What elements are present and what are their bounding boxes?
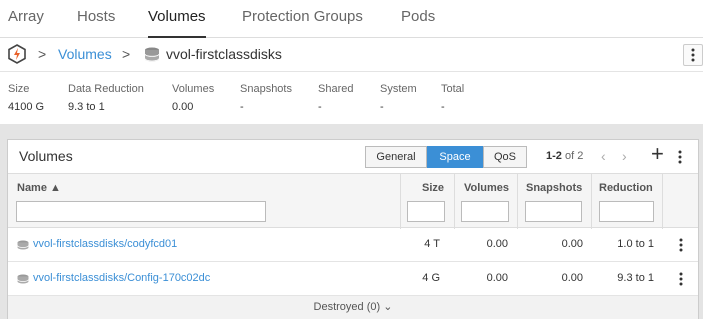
chevron-right-icon[interactable]: › [622, 148, 627, 164]
volumes-panel: Volumes General Space QoS 1-2 of 2 ‹ › +… [7, 139, 699, 319]
pager-total: of 2 [564, 150, 584, 162]
stat-data-reduction-label: Data Reduction [68, 83, 144, 95]
volume-size: 4 T [424, 238, 440, 250]
breadcrumb-separator: > [122, 46, 131, 62]
reduction-filter-input[interactable] [599, 201, 654, 222]
tab-protection-groups[interactable]: Protection Groups [242, 8, 363, 38]
volume-name-link[interactable]: vvol-firstclassdisks/codyfcd01 [33, 238, 177, 250]
table-header: Name ▲ Size Volumes Snapshots Reduction [8, 173, 698, 229]
volume-name-link[interactable]: vvol-firstclassdisks/Config-170c02dc [33, 272, 210, 284]
panel-title: Volumes [19, 148, 73, 164]
add-volume-button[interactable]: + [651, 143, 664, 165]
segment-qos[interactable]: QoS [483, 146, 527, 168]
volume-reduction: 1.0 to 1 [617, 238, 654, 250]
segment-general[interactable]: General [365, 146, 427, 168]
volume-icon [17, 274, 29, 284]
row-menu-button[interactable] [676, 270, 686, 288]
volume-icon [17, 240, 29, 250]
breadcrumb-current: vvol-firstclassdisks [166, 46, 282, 62]
volume-snapshots-space: 0.00 [561, 238, 583, 250]
column-divider [662, 174, 663, 229]
volume-volumes-space: 0.00 [486, 238, 508, 250]
destroyed-toggle[interactable]: Destroyed (0) ⌄ [8, 296, 698, 319]
tab-hosts[interactable]: Hosts [77, 8, 115, 38]
segment-space[interactable]: Space [427, 146, 483, 168]
stat-volumes-label: Volumes [172, 83, 215, 95]
name-filter-input[interactable] [16, 201, 266, 222]
kebab-icon [691, 48, 695, 62]
page-menu-button[interactable] [683, 44, 703, 66]
table-row: vvol-firstclassdisks/Config-170c02dc 4 G… [8, 262, 698, 296]
kebab-icon [679, 272, 683, 286]
stat-snapshots-value: - [240, 101, 244, 113]
breadcrumb-volumes-link[interactable]: Volumes [58, 46, 112, 62]
column-volumes-header[interactable]: Volumes [464, 182, 509, 194]
panel-menu-button[interactable] [675, 148, 685, 166]
stat-total-value: - [441, 101, 445, 113]
chevron-left-icon[interactable]: ‹ [601, 148, 606, 164]
pager-range: 1-2 [546, 150, 562, 162]
stat-total-label: Total [441, 83, 465, 95]
column-size-header[interactable]: Size [422, 182, 444, 194]
tab-volumes[interactable]: Volumes [148, 8, 206, 38]
column-name-header[interactable]: Name ▲ [17, 182, 61, 194]
stat-system-value: - [380, 101, 384, 113]
array-logo-icon [8, 44, 26, 64]
stat-snapshots-label: Snapshots [240, 83, 292, 95]
volume-volumes-space: 0.00 [486, 272, 508, 284]
stat-volumes-value: 0.00 [172, 101, 194, 113]
column-divider [400, 174, 401, 229]
stat-size-value: 4100 G [8, 101, 45, 113]
stat-system-label: System [380, 83, 417, 95]
column-divider [454, 174, 455, 229]
kebab-icon [678, 150, 682, 164]
breadcrumb: > Volumes > vvol-firstclassdisks [0, 38, 703, 72]
row-menu-button[interactable] [676, 236, 686, 254]
chevron-down-icon: ⌄ [383, 301, 393, 313]
kebab-icon [679, 238, 683, 252]
volume-size: 4 G [422, 272, 440, 284]
pager-text: 1-2 of 2 [546, 150, 583, 162]
volume-reduction: 9.3 to 1 [617, 272, 654, 284]
top-nav: Array Hosts Volumes Protection Groups Po… [0, 0, 703, 38]
stat-size-label: Size [8, 83, 30, 95]
snapshots-filter-input[interactable] [525, 201, 582, 222]
column-reduction-header[interactable]: Reduction [599, 182, 653, 194]
volume-group-stats: Size Data Reduction Volumes Snapshots Sh… [0, 72, 703, 125]
volume-group-icon [144, 47, 160, 62]
table-row: vvol-firstclassdisks/codyfcd01 4 T 0.00 … [8, 228, 698, 262]
column-divider [591, 174, 592, 229]
size-filter-input[interactable] [407, 201, 445, 222]
column-divider [517, 174, 518, 229]
volume-snapshots-space: 0.00 [561, 272, 583, 284]
breadcrumb-separator: > [38, 46, 47, 62]
stat-shared-value: - [318, 101, 322, 113]
destroyed-label: Destroyed (0) [313, 301, 381, 313]
stat-shared-label: Shared [318, 83, 354, 95]
tab-array[interactable]: Array [8, 8, 44, 38]
volumes-filter-input[interactable] [461, 201, 509, 222]
column-snapshots-header[interactable]: Snapshots [526, 182, 582, 194]
tab-pods[interactable]: Pods [401, 8, 435, 38]
stat-data-reduction-value: 9.3 to 1 [68, 101, 105, 113]
